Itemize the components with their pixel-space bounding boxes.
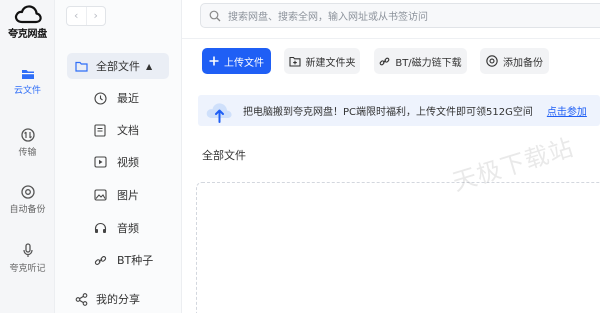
new-folder-button[interactable]: 新建文件夹 bbox=[284, 48, 360, 74]
share-icon bbox=[75, 292, 88, 306]
rail-item-transfer[interactable]: 传输 bbox=[0, 128, 55, 158]
nav-item-label: 文档 bbox=[117, 124, 139, 137]
nav-item-label: 全部文件 bbox=[96, 60, 140, 73]
caret-up-icon: ▲ bbox=[146, 61, 153, 71]
video-icon bbox=[93, 156, 107, 168]
nav-item-my-shares[interactable]: 我的分享 bbox=[75, 291, 140, 307]
add-backup-label: 添加备份 bbox=[503, 57, 543, 69]
rail-item-label: 传输 bbox=[18, 148, 37, 158]
search-icon bbox=[209, 10, 221, 21]
rail-item-cloud-files[interactable]: 云文件 bbox=[0, 68, 55, 96]
nav-item-bt-torrents[interactable]: BT种子 bbox=[93, 252, 153, 268]
brand: 夸克网盘 bbox=[0, 4, 55, 40]
rail-item-quark-notes[interactable]: 夸克听记 bbox=[0, 243, 55, 274]
nav-item-all-files[interactable]: 全部文件 ▲ bbox=[67, 53, 169, 79]
nav-item-label: 我的分享 bbox=[96, 293, 140, 306]
rail-item-label: 夸克听记 bbox=[9, 264, 46, 274]
nav-item-label: 视频 bbox=[117, 156, 139, 169]
app-rail: 夸克网盘 云文件 传输 自动备份 夸克听记 bbox=[0, 0, 55, 313]
banner-join-link[interactable]: 点击参加 bbox=[547, 103, 587, 118]
cloud-upload-icon bbox=[206, 102, 232, 123]
backup-icon bbox=[20, 185, 35, 199]
nav-item-audio[interactable]: 音频 bbox=[93, 220, 139, 236]
rail-item-label: 云文件 bbox=[13, 86, 41, 96]
link-icon bbox=[379, 57, 390, 65]
chevron-left-icon[interactable]: ‹ bbox=[67, 7, 86, 25]
backup-icon bbox=[486, 55, 498, 67]
upload-button[interactable]: 上传文件 bbox=[202, 48, 271, 74]
upload-label: 上传文件 bbox=[224, 57, 264, 69]
nav-item-recent[interactable]: 最近 bbox=[93, 90, 139, 106]
transfer-icon bbox=[20, 128, 35, 142]
search-placeholder: 搜索网盘、搜索全网，输入网址或从书签访问 bbox=[228, 12, 428, 23]
folder-icon bbox=[21, 70, 34, 79]
clock-icon bbox=[93, 91, 107, 105]
banner-text: 把电脑搬到夸克网盘！PC端限时福利，上传文件即可领512G空间 bbox=[243, 107, 533, 118]
nav-item-label: 图片 bbox=[117, 189, 139, 202]
search-input[interactable]: 搜索网盘、搜索全网，输入网址或从书签访问 bbox=[200, 3, 600, 28]
rail-item-label: 自动备份 bbox=[9, 205, 46, 215]
history-arrows: ‹ › bbox=[66, 6, 106, 26]
bt-magnet-download-button[interactable]: BT/磁力链下载 bbox=[374, 48, 467, 74]
document-icon bbox=[94, 123, 106, 137]
nav-item-videos[interactable]: 视频 bbox=[93, 154, 139, 170]
chevron-right-icon[interactable]: › bbox=[85, 7, 106, 25]
breadcrumb[interactable]: 全部文件 bbox=[202, 147, 246, 163]
file-drop-area[interactable] bbox=[196, 182, 600, 313]
nav-item-label: 最近 bbox=[117, 92, 139, 105]
folder-outline-icon bbox=[75, 61, 88, 72]
folder-add-icon bbox=[288, 56, 301, 67]
nav-item-label: BT种子 bbox=[117, 254, 154, 267]
promo-banner: 把电脑搬到夸克网盘！PC端限时福利，上传文件即可领512G空间 点击参加 bbox=[198, 95, 600, 126]
nav-item-label: 音频 bbox=[117, 222, 139, 235]
app-name: 夸克网盘 bbox=[8, 29, 47, 40]
header-divider bbox=[182, 38, 600, 39]
rail-item-auto-backup[interactable]: 自动备份 bbox=[0, 185, 55, 215]
nav-item-images[interactable]: 图片 bbox=[93, 187, 139, 203]
bt-magnet-download-label: BT/磁力链下载 bbox=[395, 57, 462, 69]
image-icon bbox=[93, 189, 107, 201]
headphones-icon bbox=[94, 222, 106, 233]
nav-item-documents[interactable]: 文档 bbox=[93, 122, 139, 138]
microphone-icon bbox=[22, 243, 33, 257]
new-folder-label: 新建文件夹 bbox=[305, 57, 356, 69]
link-icon bbox=[94, 255, 106, 265]
file-nav: ‹ › 全部文件 ▲ 最近 文档 视频 图片 音频 BT种子 我的分享 bbox=[55, 0, 182, 313]
cloud-logo-icon bbox=[14, 5, 42, 24]
add-backup-button[interactable]: 添加备份 bbox=[480, 48, 549, 74]
plus-icon bbox=[209, 56, 219, 66]
